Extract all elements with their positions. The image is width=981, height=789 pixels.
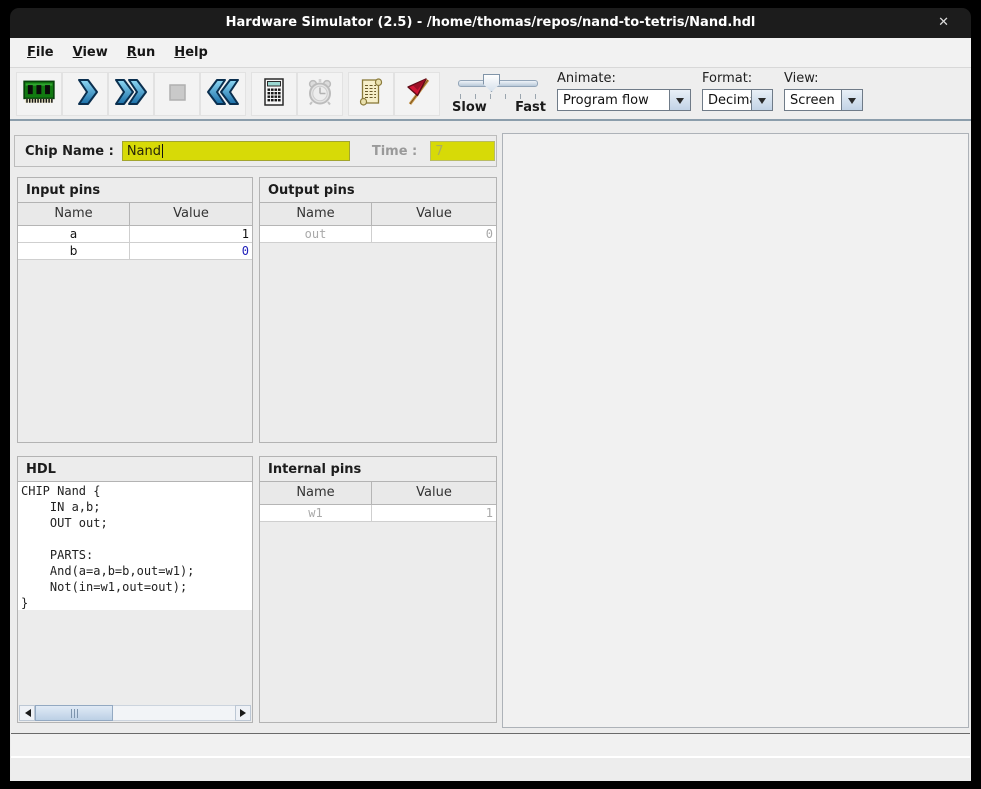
internal-pins-col-value: Value	[372, 482, 496, 504]
chip-icon	[22, 76, 56, 112]
table-row: b 0	[18, 243, 252, 260]
flag-icon	[401, 76, 433, 112]
table-row: out 0	[260, 226, 496, 243]
chip-display-panel	[502, 133, 969, 728]
format-select[interactable]: Decimal	[702, 89, 773, 111]
internal-pins-panel: Internal pins Name Value w1 1	[259, 456, 497, 723]
table-row: w1 1	[260, 505, 496, 522]
toolbar: Slow Fast Animate: Program flow Format: …	[10, 68, 971, 121]
chevron-down-icon	[848, 98, 856, 108]
time-value: 7	[435, 144, 443, 159]
animate-select[interactable]: Program flow	[557, 89, 691, 111]
grip-icon	[71, 709, 78, 718]
stop-button[interactable]	[154, 72, 200, 116]
time-label: Time :	[372, 144, 417, 159]
output-pins-col-name: Name	[260, 203, 372, 225]
internal-pins-col-name: Name	[260, 482, 372, 504]
menu-file[interactable]: File	[27, 45, 54, 60]
text-caret	[162, 144, 163, 158]
format-value: Decimal	[703, 93, 751, 108]
time-field: 7	[430, 141, 495, 161]
input-pins-col-name: Name	[18, 203, 130, 225]
format-label: Format:	[702, 72, 773, 87]
calculator-icon	[258, 76, 290, 112]
slider-fast-label: Fast	[515, 100, 546, 115]
reset-button[interactable]	[200, 72, 246, 116]
script-scroll-icon	[355, 76, 387, 112]
slider-slow-label: Slow	[452, 100, 487, 115]
format-group: Format: Decimal	[702, 72, 773, 111]
pin-name-w1: w1	[260, 505, 372, 521]
pin-name-out: out	[260, 226, 372, 242]
status-message-bar	[11, 733, 970, 758]
pin-value-a[interactable]: 1	[130, 226, 252, 242]
input-pins-panel: Input pins Name Value a 1 b 0	[17, 177, 253, 443]
pin-name-b: b	[18, 243, 130, 259]
bottom-strip	[11, 760, 970, 781]
view-group: View: Screen	[784, 72, 863, 111]
main-content: Chip Name : Nand Time : 7 Input pins Nam…	[10, 121, 971, 781]
animate-value: Program flow	[558, 93, 669, 108]
animate-dropdown-button[interactable]	[669, 90, 690, 110]
rewind-icon	[205, 76, 241, 112]
menu-help[interactable]: Help	[174, 45, 207, 60]
speed-slider-thumb[interactable]	[483, 74, 500, 92]
view-dropdown-button[interactable]	[841, 90, 862, 110]
clock-icon	[304, 76, 336, 112]
calculator-button[interactable]	[251, 72, 297, 116]
internal-pins-title: Internal pins	[260, 457, 496, 482]
chevron-down-icon	[676, 98, 684, 108]
chevron-down-icon	[758, 98, 766, 108]
format-dropdown-button[interactable]	[751, 90, 772, 110]
triangle-left-icon	[21, 709, 31, 717]
triangle-right-icon	[240, 709, 250, 717]
run-button[interactable]	[108, 72, 154, 116]
hdl-panel: HDL CHIP Nand { IN a,b; OUT out; PARTS: …	[17, 456, 253, 723]
output-pins-col-value: Value	[372, 203, 496, 225]
chip-name-text: Nand	[127, 144, 161, 159]
animate-label: Animate:	[557, 72, 691, 87]
single-step-button[interactable]	[62, 72, 108, 116]
scroll-right-button[interactable]	[235, 705, 251, 721]
view-select[interactable]: Screen	[784, 89, 863, 111]
chip-name-bar: Chip Name : Nand Time : 7	[14, 135, 497, 167]
title-bar: Hardware Simulator (2.5) - /home/thomas/…	[10, 8, 971, 38]
output-pins-title: Output pins	[260, 178, 496, 203]
close-button[interactable]: ✕	[932, 8, 955, 38]
single-step-icon	[69, 76, 101, 112]
scrollbar-track[interactable]	[113, 705, 235, 721]
hdl-horizontal-scrollbar[interactable]	[19, 705, 251, 721]
hdl-title: HDL	[18, 457, 252, 482]
menu-run[interactable]: Run	[127, 45, 156, 60]
load-chip-button[interactable]	[16, 72, 62, 116]
speed-slider-ticks	[460, 94, 536, 99]
breakpoints-button[interactable]	[394, 72, 440, 116]
pin-value-b[interactable]: 0	[130, 243, 252, 259]
input-pins-title: Input pins	[18, 178, 252, 203]
chip-name-input[interactable]: Nand	[122, 141, 350, 161]
view-hdl-button[interactable]	[348, 72, 394, 116]
scroll-left-button[interactable]	[19, 705, 35, 721]
view-label: View:	[784, 72, 863, 87]
chip-name-label: Chip Name :	[25, 144, 114, 159]
pin-name-a: a	[18, 226, 130, 242]
table-row: a 1	[18, 226, 252, 243]
fast-forward-icon	[113, 76, 149, 112]
pin-value-w1: 1	[372, 505, 496, 521]
menu-bar: File View Run Help	[10, 38, 971, 68]
window-title: Hardware Simulator (2.5) - /home/thomas/…	[10, 8, 971, 38]
scrollbar-thumb[interactable]	[35, 705, 113, 721]
menu-view[interactable]: View	[73, 45, 108, 60]
animate-group: Animate: Program flow	[557, 72, 691, 111]
clock-button[interactable]	[297, 72, 343, 116]
hdl-code: CHIP Nand { IN a,b; OUT out; PARTS: And(…	[18, 482, 252, 610]
output-pins-panel: Output pins Name Value out 0	[259, 177, 497, 443]
stop-icon	[161, 76, 193, 112]
view-value: Screen	[785, 93, 841, 108]
pin-value-out: 0	[372, 226, 496, 242]
speed-slider[interactable]: Slow Fast	[452, 72, 546, 116]
input-pins-col-value: Value	[130, 203, 252, 225]
